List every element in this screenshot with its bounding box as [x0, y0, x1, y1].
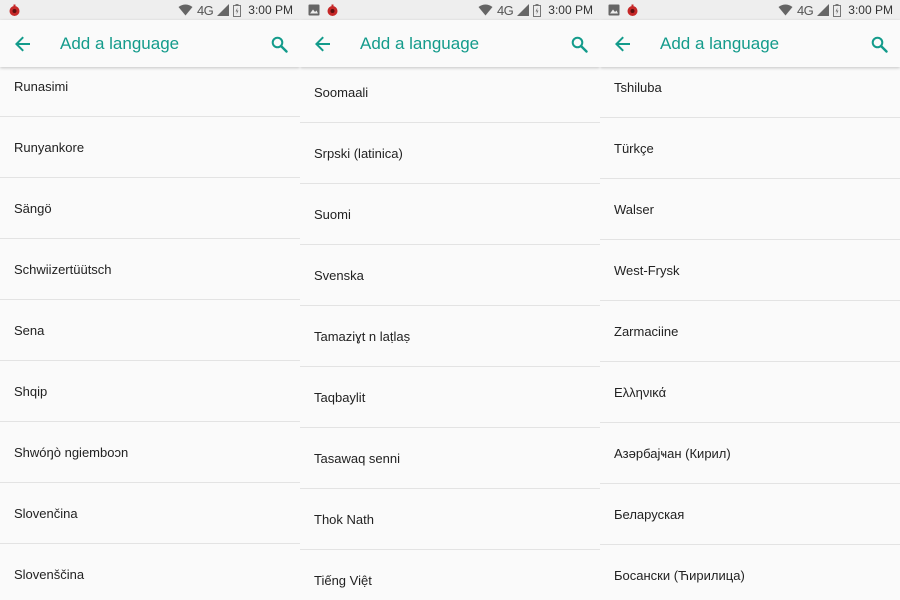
language-item[interactable]: Suomi: [300, 184, 600, 245]
status-left: [308, 3, 339, 17]
language-item[interactable]: Soomaali: [300, 62, 600, 123]
language-item[interactable]: Tamaziɣt n laṭlaṣ: [300, 306, 600, 367]
status-time: 3:00 PM: [848, 3, 893, 17]
status-time: 3:00 PM: [248, 3, 293, 17]
status-left: [8, 3, 21, 17]
language-list: Soomaali Srpski (latinica) Suomi Svenska…: [300, 62, 600, 600]
image-notification-icon: [308, 4, 320, 16]
page-title: Add a language: [60, 34, 180, 53]
language-item[interactable]: Runyankore: [0, 117, 300, 178]
network-type: 4G: [196, 2, 214, 18]
signal-icon: [517, 4, 530, 16]
language-list: Tshiluba Türkçe Walser West-Frysk Zarmac…: [600, 57, 900, 600]
status-time: 3:00 PM: [548, 3, 593, 17]
language-item[interactable]: Tasawaq senni: [300, 428, 600, 489]
app-notification-icon: [327, 4, 338, 16]
search-button[interactable]: [566, 31, 592, 57]
battery-icon: [233, 3, 242, 17]
network-type: 4G: [796, 2, 814, 18]
app-bar: Add a language: [0, 20, 300, 67]
language-item[interactable]: Sena: [0, 300, 300, 361]
back-button[interactable]: [10, 31, 36, 57]
language-item[interactable]: Беларуская: [600, 484, 900, 545]
language-item[interactable]: Slovenščina: [0, 544, 300, 600]
battery-icon: [533, 3, 542, 17]
language-item[interactable]: Sängö: [0, 178, 300, 239]
language-item[interactable]: Türkçe: [600, 118, 900, 179]
language-item[interactable]: Ελληνικά: [600, 362, 900, 423]
language-item[interactable]: Srpski (latinica): [300, 123, 600, 184]
language-item[interactable]: Zarmaciine: [600, 301, 900, 362]
language-item[interactable]: Svenska: [300, 245, 600, 306]
app-notification-icon: [627, 4, 638, 16]
app-bar: Add a language: [600, 20, 900, 67]
arrow-back-icon: [615, 36, 630, 52]
language-item[interactable]: Shqip: [0, 361, 300, 422]
wifi-icon: [778, 4, 793, 16]
wifi-icon: [478, 4, 493, 16]
network-type: 4G: [496, 2, 514, 18]
back-button[interactable]: [310, 31, 336, 57]
status-right: 4G 3:00 PM: [478, 2, 593, 18]
language-item[interactable]: Schwiizertüütsch: [0, 239, 300, 300]
app-bar: Add a language: [300, 20, 600, 67]
search-icon: [571, 36, 588, 53]
status-bar: 4G 3:00 PM: [0, 0, 300, 20]
language-item[interactable]: Азәрбајҹан (Кирил): [600, 423, 900, 484]
language-item[interactable]: Босански (Ћирилица): [600, 545, 900, 600]
arrow-back-icon: [315, 36, 330, 52]
page-title: Add a language: [360, 34, 480, 53]
language-item[interactable]: Slovenčina: [0, 483, 300, 544]
back-button[interactable]: [610, 31, 636, 57]
search-icon: [871, 36, 888, 53]
battery-icon: [833, 3, 842, 17]
search-button[interactable]: [266, 31, 292, 57]
status-bar: 4G 3:00 PM: [300, 0, 600, 20]
screen-panel-3: 4G 3:00 PM Add a language Tshiluba Türkç…: [600, 0, 900, 600]
language-item[interactable]: Walser: [600, 179, 900, 240]
screen-panel-2: 4G 3:00 PM Add a language Soomaali Srpsk…: [300, 0, 600, 600]
language-item[interactable]: Shwóŋò ngiemboɔn: [0, 422, 300, 483]
image-notification-icon: [608, 4, 620, 16]
status-right: 4G 3:00 PM: [178, 2, 293, 18]
language-item[interactable]: Thok Nath: [300, 489, 600, 550]
arrow-back-icon: [15, 36, 30, 52]
app-notification-icon: [9, 4, 20, 16]
search-icon: [271, 36, 288, 53]
language-list: Runasimi Runyankore Sängö Schwiizertüüts…: [0, 56, 300, 600]
search-button[interactable]: [866, 31, 892, 57]
screen-panel-1: 4G 3:00 PM Add a language Runasimi Runya…: [0, 0, 300, 600]
language-item[interactable]: Tiếng Việt: [300, 550, 600, 600]
status-left: [608, 3, 639, 17]
language-item[interactable]: West-Frysk: [600, 240, 900, 301]
page-title: Add a language: [660, 34, 780, 53]
language-item[interactable]: Taqbaylit: [300, 367, 600, 428]
status-bar: 4G 3:00 PM: [600, 0, 900, 20]
signal-icon: [817, 4, 830, 16]
status-right: 4G 3:00 PM: [778, 2, 893, 18]
signal-icon: [217, 4, 230, 16]
wifi-icon: [178, 4, 193, 16]
